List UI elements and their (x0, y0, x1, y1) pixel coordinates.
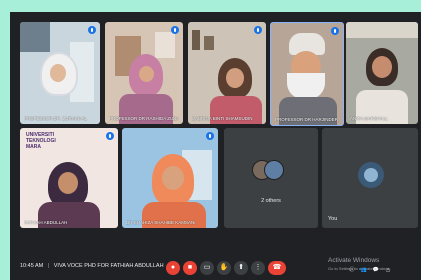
participant-tile[interactable]: PROFESSOR DR. ZURAINI AL (20, 22, 100, 124)
avatar (364, 168, 378, 182)
present-icon[interactable]: ⬆ (234, 261, 248, 275)
participant-name: DR SHAHIZA SHAHIBE KAMSANI (126, 220, 196, 225)
captions-icon[interactable]: ▭ (200, 261, 214, 275)
participant-name: SABRINA BINTI SHAMSUDIN (192, 116, 253, 121)
meeting-screen: PROFESSOR DR. ZURAINI AL PROFESSOR DR RA… (10, 12, 421, 280)
activities-icon[interactable]: △ (384, 266, 392, 274)
camera-icon[interactable]: ■ (183, 261, 197, 275)
participant-name: PROFESSOR DR HARJINDER SINGH (275, 117, 339, 122)
avatar (264, 160, 284, 180)
pin-icon[interactable] (254, 26, 262, 34)
more-icon[interactable]: ⋮ (251, 261, 265, 275)
pin-icon[interactable] (88, 26, 96, 34)
meeting-info: 10:45 AM | VIVA VOCE PHD FOR FATHIAH ABD… (20, 263, 164, 269)
participant-tile[interactable]: ANITA MARSHALL (346, 22, 418, 124)
activate-windows-title: Activate Windows (328, 257, 380, 264)
self-tile[interactable]: You (322, 128, 418, 228)
pin-icon[interactable] (106, 132, 114, 140)
raise-hand-icon[interactable]: ✋ (217, 261, 231, 275)
participant-tile[interactable]: DR SHAHIZA SHAHIBE KAMSANI (122, 128, 218, 228)
participant-tile[interactable]: SABRINA BINTI SHAMSUDIN (188, 22, 266, 124)
university-logo: UNIVERSITI TEKNOLOGI MARA (26, 132, 76, 156)
others-label: 2 others (261, 198, 281, 204)
end-call-icon[interactable]: ☎ (268, 261, 286, 275)
meeting-title: VIVA VOCE PHD FOR FATHIAH ABDULLAH (53, 263, 164, 269)
bottom-toolbar: 10:45 AM | VIVA VOCE PHD FOR FATHIAH ABD… (10, 256, 421, 280)
pin-icon[interactable] (206, 132, 214, 140)
participant-tile[interactable]: PROFESSOR DR RASHIDA ZUBAIRA (105, 22, 183, 124)
participant-tile[interactable]: UNIVERSITI TEKNOLOGI MARA FATHIAH ABDULL… (20, 128, 118, 228)
participant-name: PROFESSOR DR. ZURAINI AL (24, 116, 88, 121)
people-icon[interactable]: 👥 (360, 266, 368, 274)
pin-icon[interactable] (331, 27, 339, 35)
pin-icon[interactable] (171, 26, 179, 34)
participant-name: FATHIAH ABDULLAH (24, 220, 68, 225)
info-icon[interactable]: ⓘ (348, 266, 356, 274)
meeting-time: 10:45 AM (20, 263, 44, 269)
chat-icon[interactable]: 💬 (372, 266, 380, 274)
participant-tile[interactable]: PROFESSOR DR HARJINDER SINGH (270, 22, 344, 126)
participant-name: ANITA MARSHALL (350, 116, 389, 121)
mic-icon[interactable]: ● (166, 261, 180, 275)
others-tile[interactable]: 2 others (224, 128, 318, 228)
self-label: You (328, 216, 338, 222)
separator: | (47, 263, 50, 269)
logo-line: MARA (26, 144, 41, 150)
participant-name: PROFESSOR DR RASHIDA ZUBAIRA (109, 116, 179, 121)
